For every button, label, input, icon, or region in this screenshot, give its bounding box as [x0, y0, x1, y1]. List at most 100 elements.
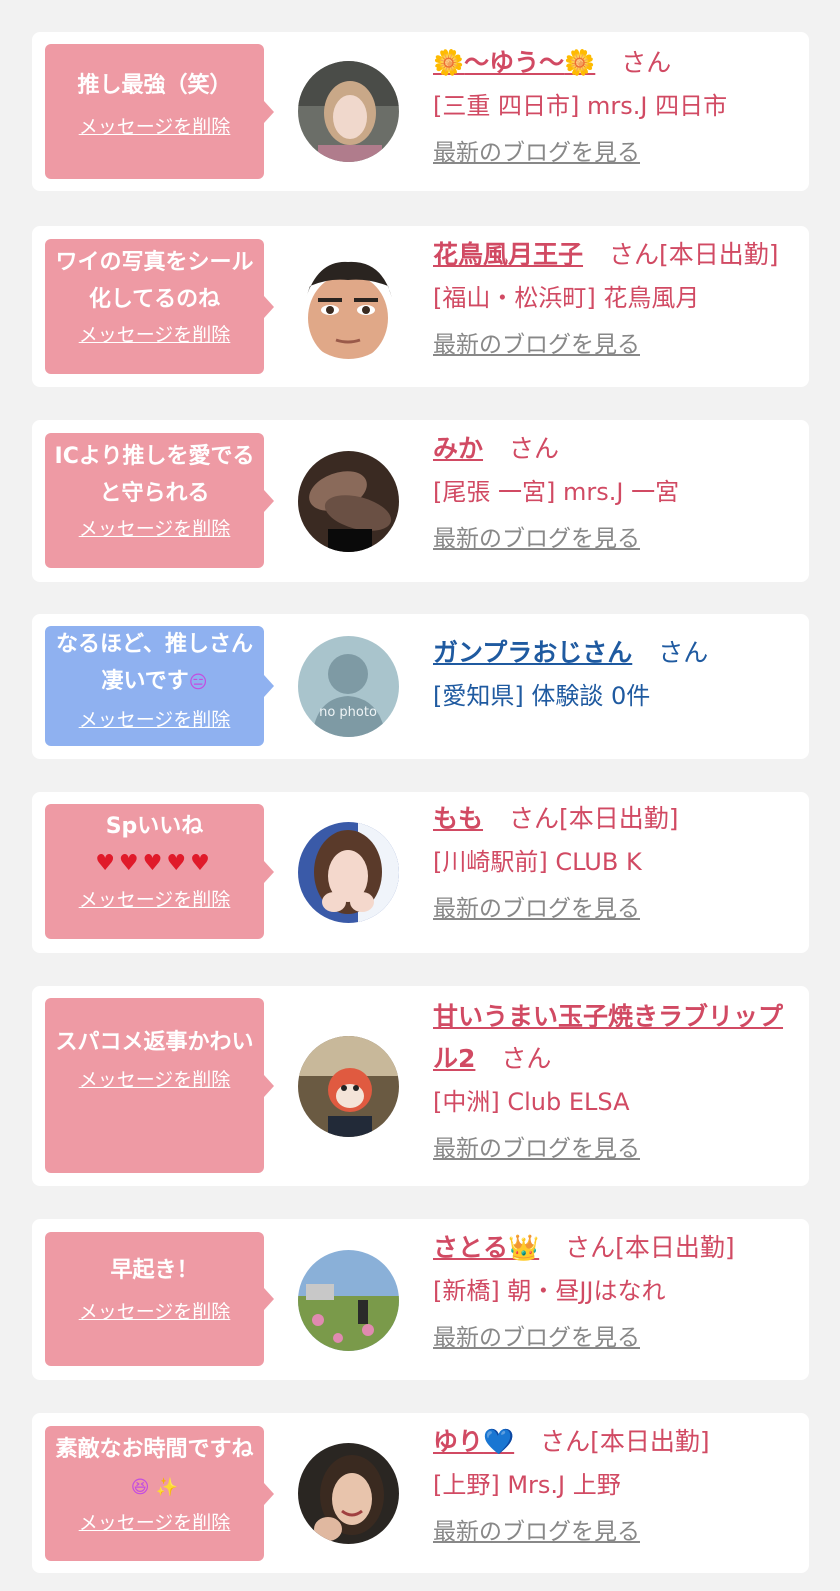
- profile-info: みか さん [尾張 一宮] mrs.J 一宮 最新のブログを見る: [433, 428, 795, 558]
- name-line: ガンプラおじさん さん: [433, 632, 795, 674]
- avatar[interactable]: [298, 1250, 399, 1351]
- san-label: さん: [621, 48, 672, 77]
- avatar[interactable]: [298, 822, 399, 923]
- delete-message-link[interactable]: メッセージを削除: [53, 1510, 256, 1536]
- san-label: さん[本日出勤]: [565, 1233, 735, 1262]
- profile-info: ゆり💙 さん[本日出勤] [上野] Mrs.J 上野 最新のブログを見る: [433, 1421, 795, 1551]
- avatar-woman-smile-photo: [298, 1443, 399, 1544]
- shop-info: [上野] Mrs.J 上野: [433, 1471, 621, 1499]
- san-label: さん: [501, 1044, 552, 1073]
- message-bubble: なるほど、推しさん凄いです😑 メッセージを削除: [45, 626, 274, 746]
- name-link[interactable]: さとる👑: [433, 1233, 539, 1262]
- message-text: Spいいね: [105, 814, 204, 839]
- name-line: 甘いうまい玉子焼きラブリップル2 さん: [433, 996, 795, 1080]
- avatar[interactable]: [298, 258, 399, 359]
- profile-info: 花鳥風月王子 さん[本日出勤] [福山・松浜町] 花鳥風月 最新のブログを見る: [433, 234, 795, 364]
- name-line: さとる👑 さん[本日出勤]: [433, 1227, 795, 1269]
- avatar-woman-car-photo: [298, 61, 399, 162]
- avatar[interactable]: [298, 61, 399, 162]
- shop-info: [愛知県] 体験談 0件: [433, 682, 651, 710]
- name-line: みか さん: [433, 428, 795, 470]
- profile-info: さとる👑 さん[本日出勤] [新橋] 朝・昼JJはなれ 最新のブログを見る: [433, 1227, 795, 1357]
- name-link[interactable]: 花鳥風月王子: [433, 240, 583, 269]
- red-hearts-icon: ♥♥♥♥♥: [95, 851, 214, 876]
- shop-info: [川崎駅前] CLUB K: [433, 848, 642, 876]
- name-link[interactable]: もも: [433, 804, 483, 833]
- shop-info: [三重 四日市] mrs.J 四日市: [433, 92, 728, 120]
- message-card: ICより推しを愛でると守られる メッセージを削除 みか さん [尾張 一宮] m…: [32, 420, 809, 582]
- message-bubble: 素敵なお時間ですね😆 ✨ メッセージを削除: [45, 1426, 274, 1561]
- laughing-face-icon: 😆 ✨: [130, 1477, 179, 1498]
- message-card: ワイの写真をシール化してるのね メッセージを削除 花鳥風月王子 さん[本日出勤]: [32, 226, 809, 387]
- san-label: さん[本日出勤]: [540, 1427, 710, 1456]
- avatar[interactable]: no photo: [298, 636, 399, 737]
- delete-message-link[interactable]: メッセージを削除: [53, 1299, 256, 1325]
- profile-info: ガンプラおじさん さん [愛知県] 体験談 0件: [433, 632, 795, 716]
- delete-message-link[interactable]: メッセージを削除: [53, 322, 256, 348]
- profile-info: もも さん[本日出勤] [川崎駅前] CLUB K 最新のブログを見る: [433, 798, 795, 928]
- san-label: さん[本日出勤]: [508, 804, 679, 833]
- message-card: Spいいね ♥♥♥♥♥ メッセージを削除 もも さん[本日出勤] [川崎駅前] …: [32, 792, 809, 953]
- delete-message-link[interactable]: メッセージを削除: [53, 1067, 256, 1093]
- message-bubble: 推し最強（笑） メッセージを削除: [45, 44, 274, 179]
- avatar[interactable]: [298, 1036, 399, 1137]
- avatar-legs-photo: [298, 451, 399, 552]
- latest-blog-link[interactable]: 最新のブログを見る: [433, 520, 640, 558]
- latest-blog-link[interactable]: 最新のブログを見る: [433, 326, 640, 364]
- delete-message-link[interactable]: メッセージを削除: [53, 114, 256, 140]
- avatar[interactable]: [298, 1443, 399, 1544]
- message-bubble: Spいいね ♥♥♥♥♥ メッセージを削除: [45, 804, 274, 939]
- name-link[interactable]: ガンプラおじさん: [433, 638, 632, 667]
- delete-message-link[interactable]: メッセージを削除: [53, 707, 256, 733]
- san-label: さん: [508, 434, 559, 463]
- svg-text:no photo: no photo: [319, 705, 377, 720]
- message-card: 推し最強（笑） メッセージを削除 🌼〜ゆう〜🌼 さん [三重 四日市] mrs.…: [32, 32, 809, 191]
- profile-info: 甘いうまい玉子焼きラブリップル2 さん [中洲] Club ELSA 最新のブロ…: [433, 996, 795, 1168]
- message-bubble: スパコメ返事かわい メッセージを削除: [45, 998, 274, 1173]
- avatar-man-face-photo: [298, 258, 399, 359]
- message-text: なるほど、推しさん凄いです😑: [56, 632, 253, 694]
- san-label: さん[本日出勤]: [608, 240, 779, 269]
- name-link[interactable]: 🌼〜ゆう〜🌼: [433, 48, 595, 77]
- avatar-woman-hands-photo: [298, 822, 399, 923]
- message-bubble: ICより推しを愛でると守られる メッセージを削除: [45, 433, 274, 568]
- latest-blog-link[interactable]: 最新のブログを見る: [433, 1130, 640, 1168]
- name-line: もも さん[本日出勤]: [433, 798, 795, 840]
- message-card: 早起き！ メッセージを削除 さとる👑 さん[本日出勤] [新橋] 朝・昼JJはな…: [32, 1219, 809, 1380]
- message-text: 素敵なお時間ですね😆 ✨: [55, 1437, 254, 1498]
- latest-blog-link[interactable]: 最新のブログを見る: [433, 134, 640, 172]
- name-line: 花鳥風月王子 さん[本日出勤]: [433, 234, 795, 276]
- no-photo-avatar-icon: no photo: [298, 636, 399, 737]
- message-card: スパコメ返事かわい メッセージを削除 甘いうまい玉子焼きラブリップル2 さん […: [32, 986, 809, 1186]
- message-text: 早起き！: [110, 1258, 199, 1283]
- san-label: さん: [658, 638, 709, 667]
- latest-blog-link[interactable]: 最新のブログを見る: [433, 1319, 640, 1357]
- delete-message-link[interactable]: メッセージを削除: [53, 516, 256, 542]
- avatar[interactable]: [298, 451, 399, 552]
- name-line: 🌼〜ゆう〜🌼 さん: [433, 42, 795, 84]
- smile-face-icon: 😑: [188, 672, 208, 693]
- profile-info: 🌼〜ゆう〜🌼 さん [三重 四日市] mrs.J 四日市 最新のブログを見る: [433, 42, 795, 172]
- shop-info: [尾張 一宮] mrs.J 一宮: [433, 478, 680, 506]
- message-card: 素敵なお時間ですね😆 ✨ メッセージを削除 ゆり💙 さん[本日出勤] [上野] …: [32, 1413, 809, 1573]
- name-link[interactable]: みか: [433, 434, 483, 463]
- blue-heart-icon: 💙: [483, 1427, 515, 1456]
- latest-blog-link[interactable]: 最新のブログを見る: [433, 890, 640, 928]
- name-link[interactable]: 甘いうまい玉子焼きラブリップル2: [433, 1002, 783, 1073]
- shop-info: [福山・松浜町] 花鳥風月: [433, 284, 700, 312]
- delete-message-link[interactable]: メッセージを削除: [53, 887, 256, 913]
- message-text: スパコメ返事かわい: [55, 1030, 254, 1055]
- name-link[interactable]: ゆり💙: [433, 1427, 514, 1456]
- message-text: ワイの写真をシール化してるのね: [55, 250, 254, 312]
- message-card: なるほど、推しさん凄いです😑 メッセージを削除 no photo ガンプラおじさ…: [32, 614, 809, 759]
- message-bubble: 早起き！ メッセージを削除: [45, 1232, 274, 1366]
- message-text: 推し最強（笑）: [77, 73, 232, 98]
- message-text: ICより推しを愛でると守られる: [54, 444, 255, 506]
- crown-icon: 👑: [508, 1233, 540, 1262]
- flower-icon: 🌼: [433, 48, 465, 77]
- message-bubble: ワイの写真をシール化してるのね メッセージを削除: [45, 239, 274, 374]
- avatar-mask-photo: [298, 1036, 399, 1137]
- shop-info: [新橋] 朝・昼JJはなれ: [433, 1277, 666, 1305]
- latest-blog-link[interactable]: 最新のブログを見る: [433, 1513, 640, 1551]
- avatar-field-photo: [298, 1250, 399, 1351]
